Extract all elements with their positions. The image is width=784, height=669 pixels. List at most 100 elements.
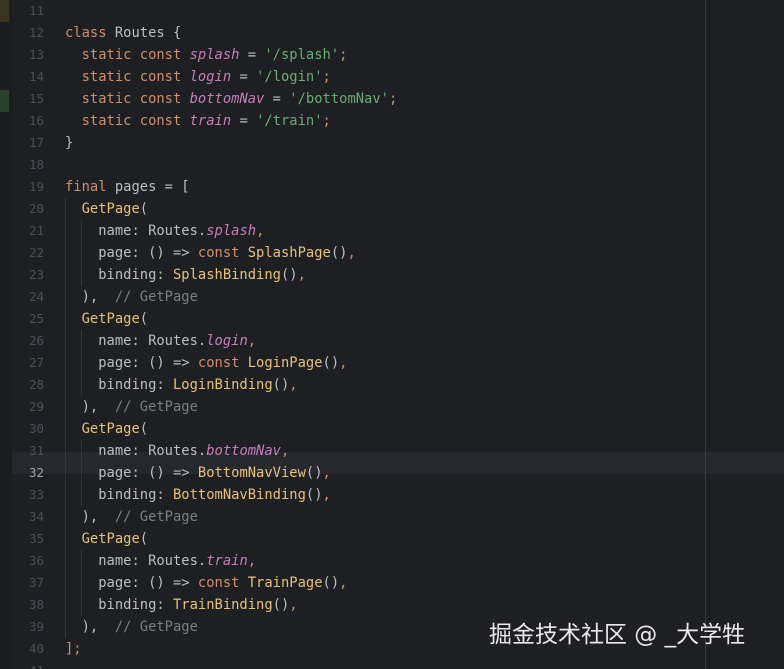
code-token: ; [322,69,331,85]
code-token: name: Routes. [65,553,207,569]
code-token: // GetPage [114,509,198,525]
code-line[interactable]: 19 final pages = [ [0,176,784,198]
code-text: page: () => const SplashPage(), [65,242,356,264]
line-number: 41 [12,660,44,669]
code-token: , [322,465,331,481]
code-token: // GetPage [114,289,198,305]
code-token: bottomNav [206,443,281,459]
code-token: static const [65,69,190,85]
code-token: = [231,69,257,85]
code-text: name: Routes.bottomNav, [65,440,289,462]
code-line[interactable]: 29 ), // GetPage [0,396,784,418]
code-token: ( [139,311,149,327]
line-number: 23 [28,267,44,282]
code-text: GetPage( [65,198,148,220]
code-token: = [264,91,290,107]
code-token: LoginPage [247,355,323,371]
code-token: GetPage [81,421,140,437]
code-line[interactable]: 27 page: () => const LoginPage(), [0,352,784,374]
code-token: , [289,377,298,393]
code-token: binding: [65,267,173,283]
code-line[interactable]: 11 [0,0,784,22]
code-token: , [247,333,257,349]
line-number: 35 [28,531,44,546]
code-token: ), [65,619,115,635]
code-token: ), [65,399,115,415]
code-line[interactable]: 23 binding: SplashBinding(), [0,264,784,286]
code-line[interactable]: 26 name: Routes.login, [0,330,784,352]
code-token: ( [139,201,149,217]
code-line[interactable]: 25 GetPage( [0,308,784,330]
code-token: pages = [ [114,179,190,195]
code-line[interactable]: 20 GetPage( [0,198,784,220]
code-line[interactable]: 13 static const splash = '/splash'; [0,44,784,66]
code-line[interactable]: 12 class Routes { [0,22,784,44]
code-line[interactable]: 24 ), // GetPage [0,286,784,308]
code-token: static const [65,47,190,63]
code-token: // GetPage [114,399,198,415]
code-line[interactable]: 32 page: () => BottomNavView(), [0,462,784,484]
line-number: 29 [28,399,44,414]
code-line[interactable]: 14 static const login = '/login'; [0,66,784,88]
code-token: GetPage [81,531,140,547]
code-token: static const [65,91,190,107]
code-token: , [256,223,265,239]
code-token: ( [139,421,149,437]
code-line[interactable]: 22 page: () => const SplashPage(), [0,242,784,264]
code-token: BottomNavView [197,465,306,481]
code-line[interactable]: 21 name: Routes.splash, [0,220,784,242]
code-line[interactable]: 30 GetPage( [0,418,784,440]
code-text: page: () => const LoginPage(), [65,352,347,374]
code-token: SplashBinding [172,267,281,283]
code-token: page: () => [65,465,198,481]
code-token: name: Routes. [65,333,207,349]
line-number: 40 [28,641,44,656]
line-number: 33 [28,487,44,502]
code-token: ), [65,509,115,525]
code-token: ; [339,47,348,63]
line-number: 15 [28,91,44,106]
code-text: name: Routes.login, [65,330,256,352]
code-line[interactable]: 33 binding: BottomNavBinding(), [0,484,784,506]
line-number: 28 [28,377,44,392]
code-line[interactable]: 36 name: Routes.train, [0,550,784,572]
code-token: LoginBinding [172,377,273,393]
line-number: 26 [28,333,44,348]
code-token: , [247,553,257,569]
line-number: 11 [28,3,44,18]
code-line[interactable]: 38 binding: TrainBinding(), [0,594,784,616]
line-number: 24 [28,289,44,304]
code-token: () [330,245,348,261]
code-line[interactable]: 37 page: () => const TrainPage(), [0,572,784,594]
code-token: , [339,575,348,591]
code-line[interactable]: 16 static const train = '/train'; [0,110,784,132]
code-line[interactable]: 41 [0,660,784,669]
code-token: , [280,443,290,459]
line-number: 31 [28,443,44,458]
code-line[interactable]: 28 binding: LoginBinding(), [0,374,784,396]
code-text: page: () => BottomNavView(), [65,462,331,484]
code-line[interactable]: 35 GetPage( [0,528,784,550]
code-token: GetPage [81,201,140,217]
code-editor[interactable]: 11 12 class Routes {13 static const splash… [0,0,784,669]
code-text: static const bottomNav = '/bottomNav'; [65,88,398,110]
line-number: 37 [28,575,44,590]
line-number: 27 [28,355,44,370]
code-line[interactable]: 31 name: Routes.bottomNav, [0,440,784,462]
code-token: bottomNav [189,91,265,107]
code-line[interactable]: 15 static const bottomNav = '/bottomNav'… [0,88,784,110]
code-token: TrainBinding [172,597,273,613]
line-number: 21 [28,223,44,238]
code-text: page: () => const TrainPage(), [65,572,347,594]
code-text: ]; [65,638,82,660]
code-text: ), // GetPage [65,616,198,638]
code-line[interactable]: 34 ), // GetPage [0,506,784,528]
code-line[interactable]: 17} [0,132,784,154]
code-text: static const splash = '/splash'; [65,44,348,66]
code-line[interactable]: 18 [0,154,784,176]
code-token: const [197,575,248,591]
